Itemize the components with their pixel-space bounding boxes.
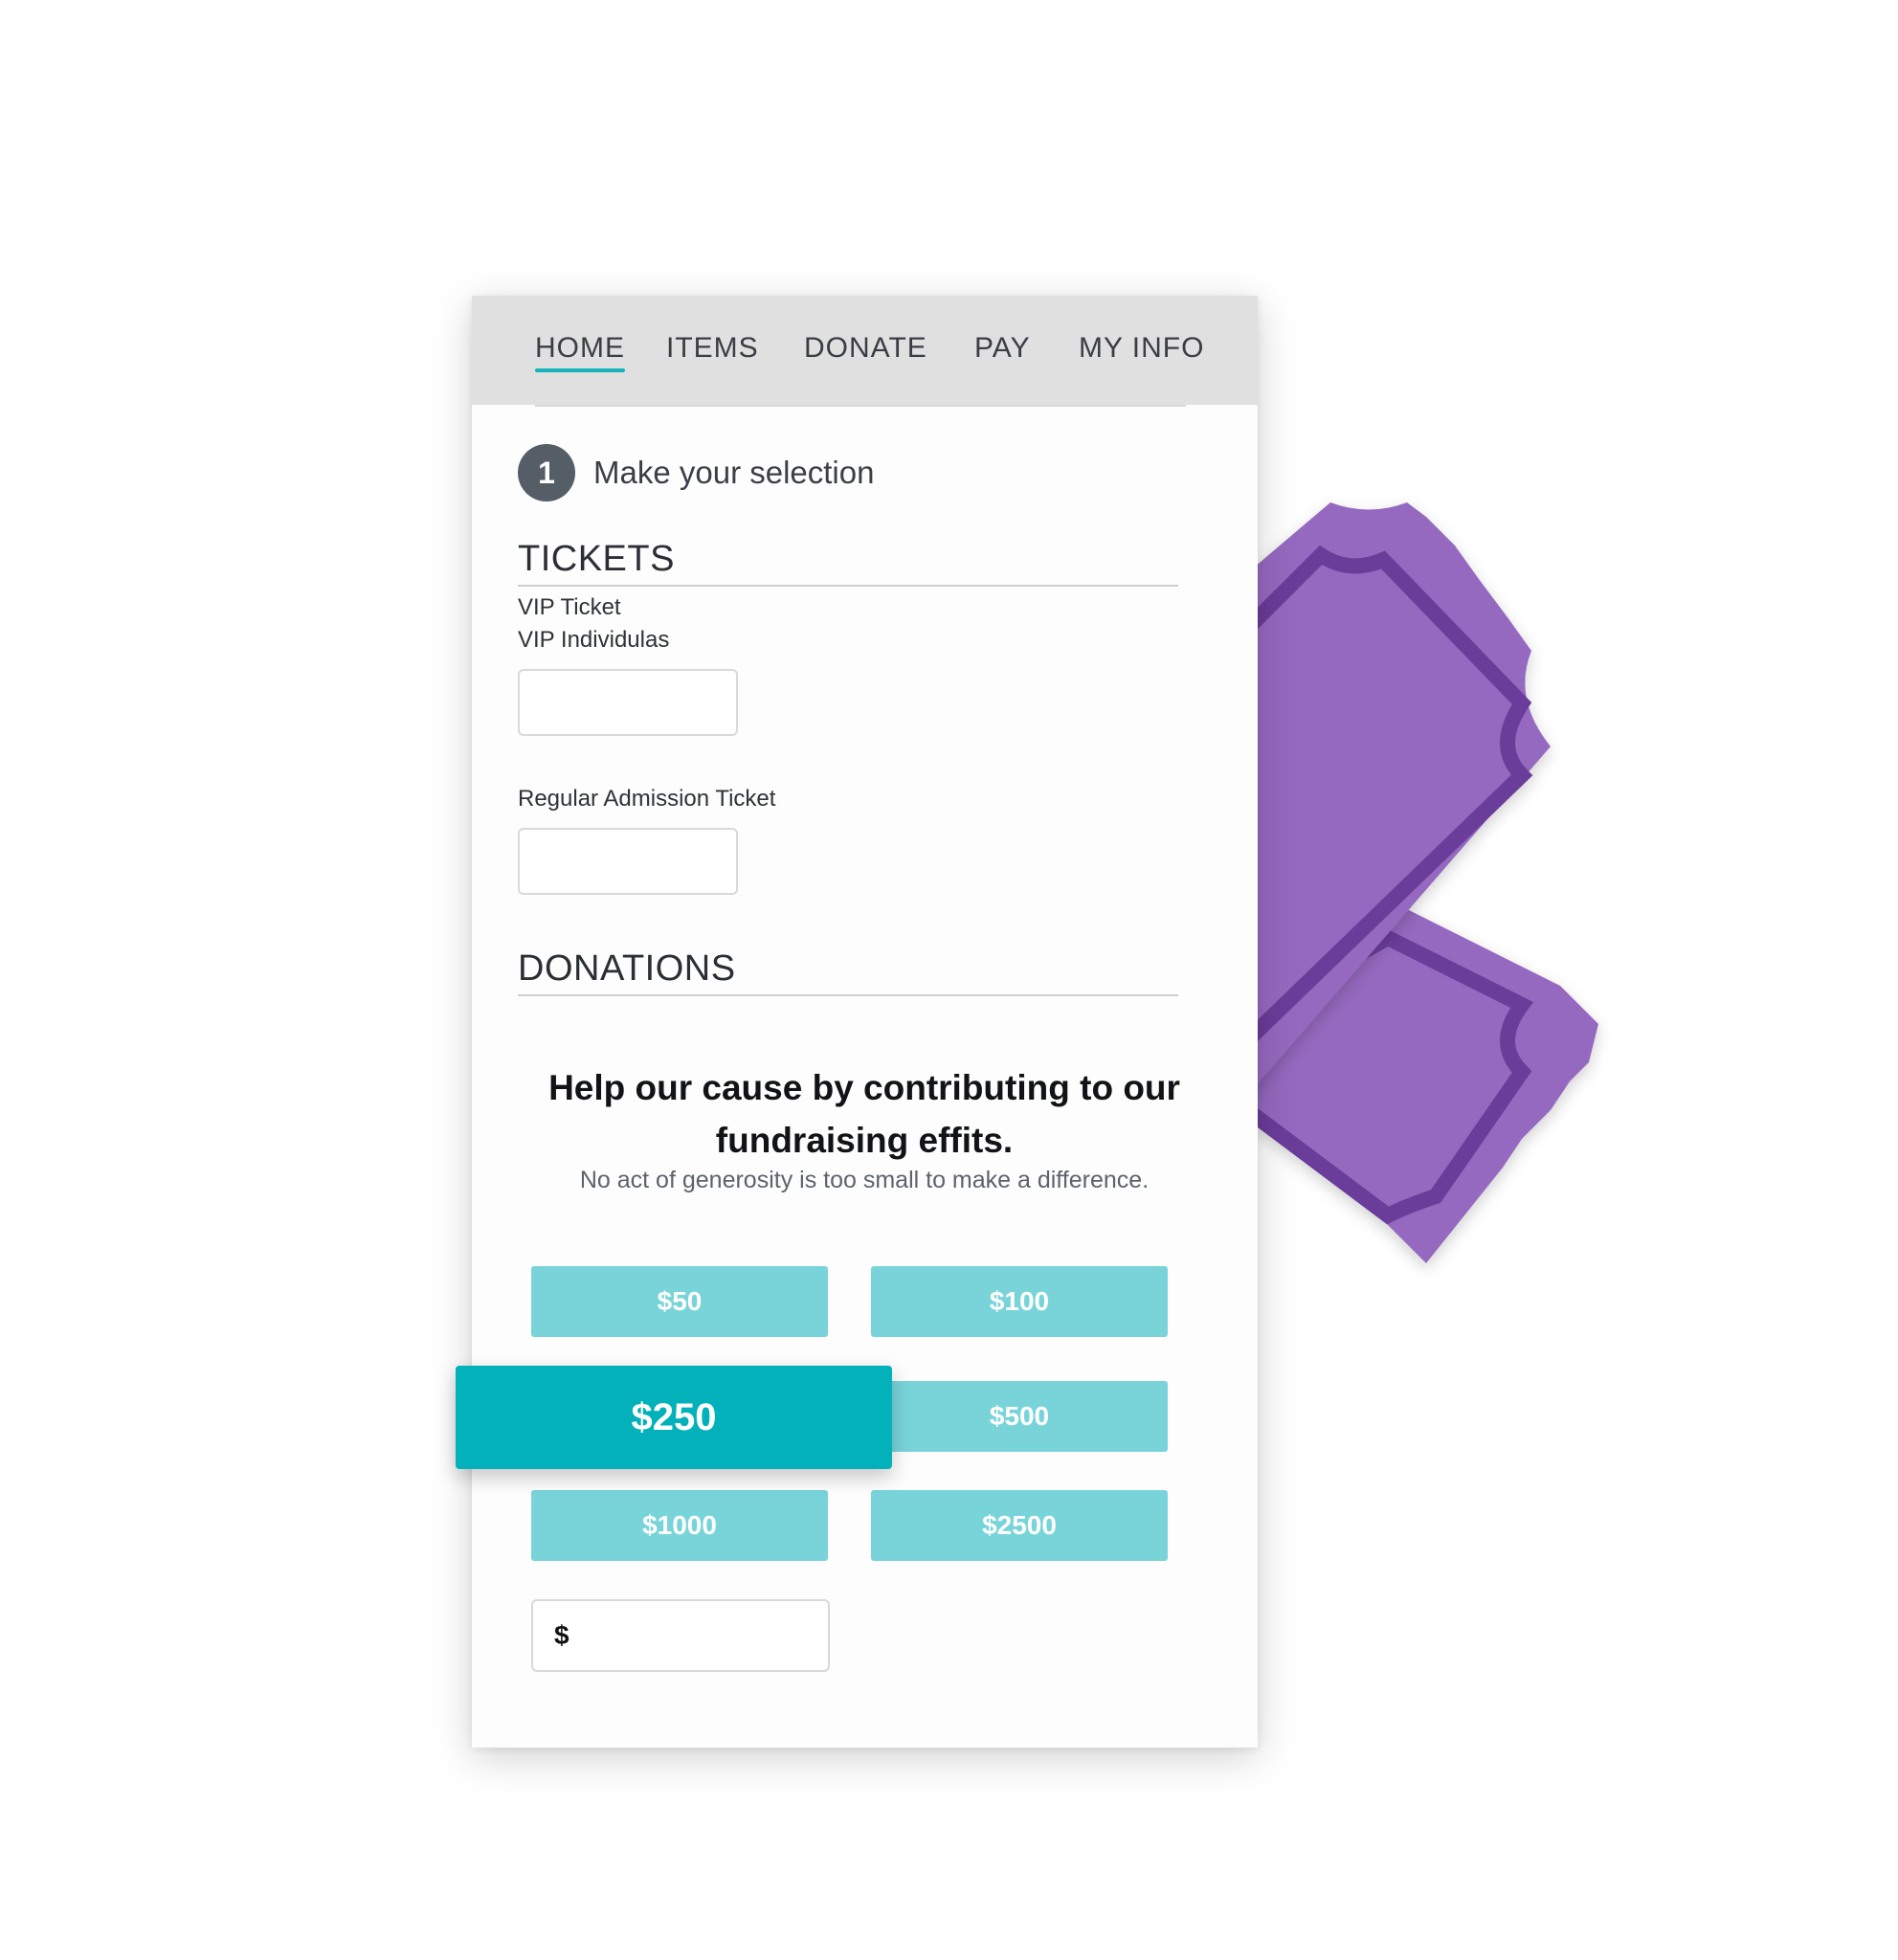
vip-individuals-label: VIP Individulas	[518, 627, 670, 653]
step-number-badge: 1	[518, 444, 575, 501]
nav-divider	[535, 405, 1186, 407]
amount-button-100[interactable]: $100	[871, 1266, 1168, 1337]
phone-screen: HOME ITEMS DONATE PAY MY INFO 1 Make you…	[456, 296, 1258, 1748]
currency-prefix: $	[554, 1620, 569, 1650]
amount-button-1000[interactable]: $1000	[531, 1490, 828, 1561]
regular-ticket-label: Regular Admission Ticket	[518, 786, 776, 812]
nav-home[interactable]: HOME	[535, 332, 625, 372]
nav-donate[interactable]: DONATE	[804, 332, 927, 365]
donation-headline: Help our cause by contributing to our fu…	[548, 1068, 1180, 1160]
donation-subtext: No act of generosity is too small to mak…	[579, 1167, 1150, 1193]
donations-heading: DONATIONS	[518, 948, 736, 989]
nav-pay[interactable]: PAY	[974, 332, 1031, 365]
tickets-heading: TICKETS	[518, 539, 675, 579]
vip-ticket-quantity-input[interactable]	[518, 669, 738, 736]
nav-items[interactable]: ITEMS	[666, 332, 759, 365]
vip-ticket-label: VIP Ticket	[518, 594, 621, 620]
donations-divider	[518, 994, 1178, 996]
amount-button-500[interactable]: $500	[871, 1381, 1168, 1452]
amount-button-2500[interactable]: $2500	[871, 1490, 1168, 1561]
regular-ticket-quantity-input[interactable]	[518, 828, 738, 895]
top-nav: HOME ITEMS DONATE PAY MY INFO	[472, 296, 1258, 405]
tickets-illustration	[1227, 488, 1637, 1330]
custom-amount-input[interactable]: $	[531, 1599, 830, 1672]
amount-button-50[interactable]: $50	[531, 1266, 828, 1337]
step-title: Make your selection	[593, 455, 875, 490]
tickets-divider	[518, 585, 1178, 587]
amount-button-250-selected[interactable]: $250	[456, 1366, 892, 1469]
nav-my-info[interactable]: MY INFO	[1079, 332, 1204, 365]
